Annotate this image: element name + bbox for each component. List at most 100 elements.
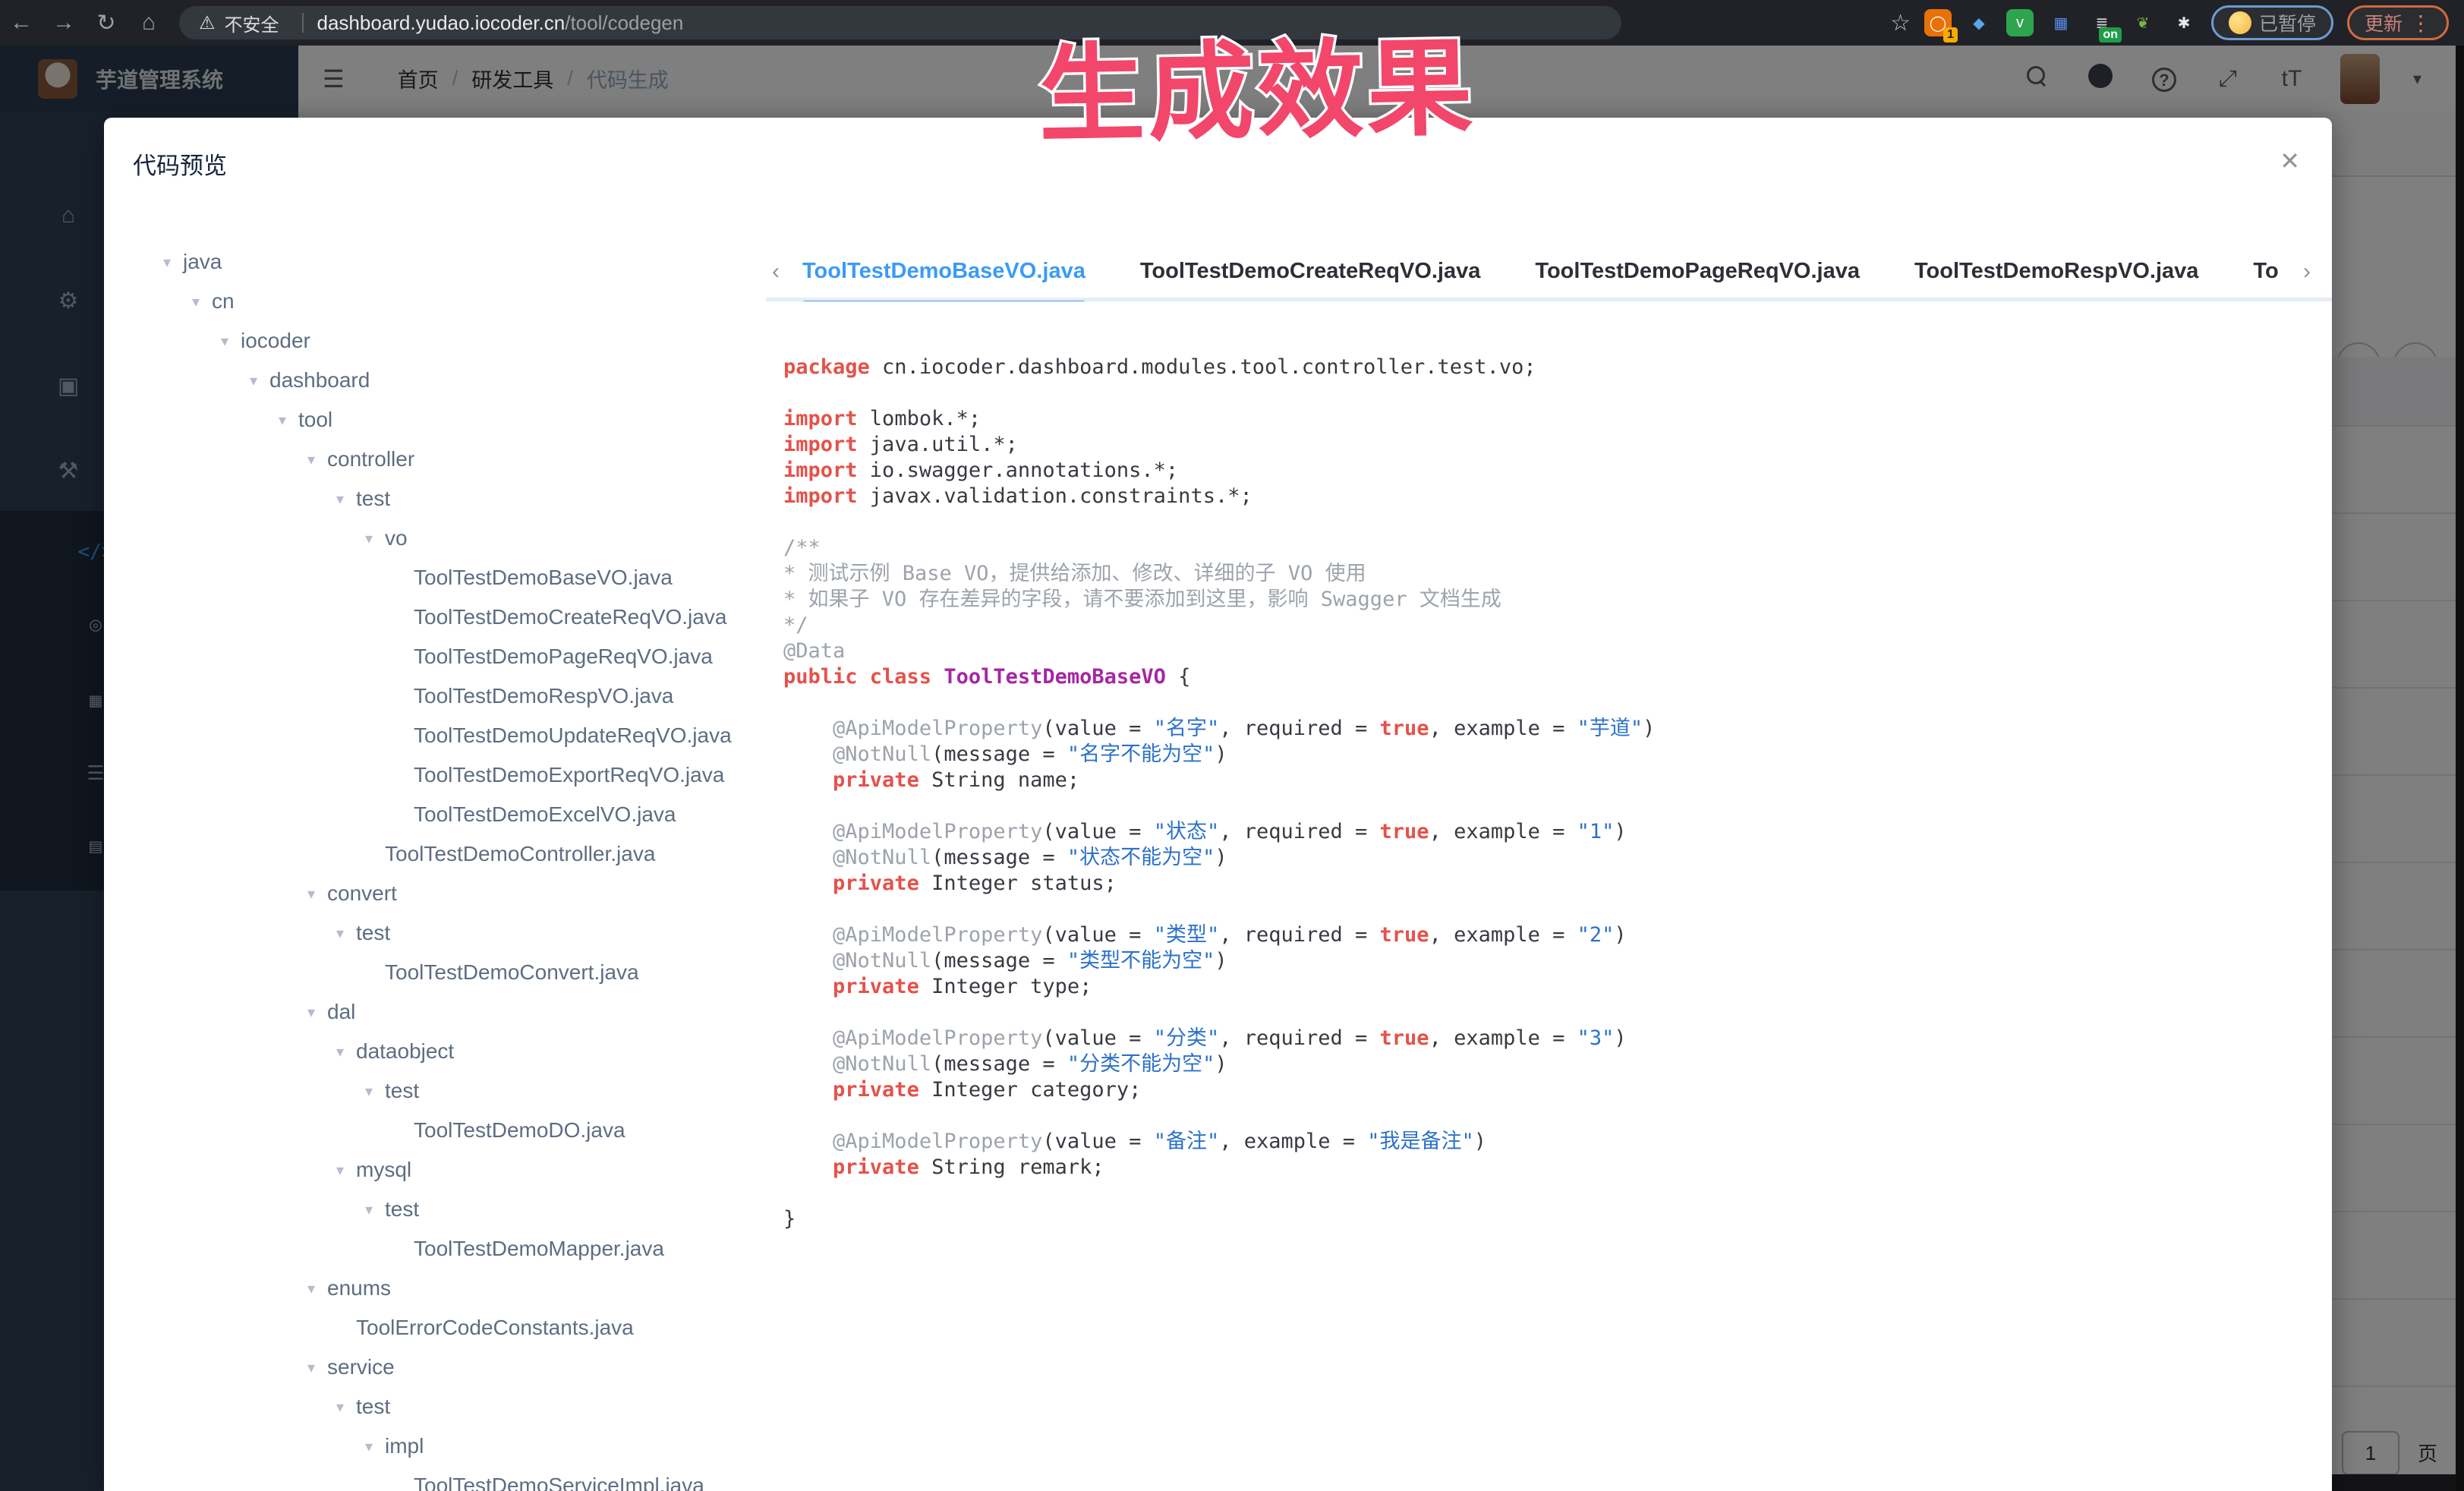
tree-expand-caret-icon[interactable]: ▾ (180, 292, 212, 311)
tree-expand-caret-icon[interactable]: ▾ (295, 1358, 327, 1377)
tampermonkey-paused-button[interactable]: 已暂停 (2211, 5, 2333, 40)
tree-node-label: ToolTestDemoExportReqVO.java (414, 763, 724, 787)
tree-node-tool[interactable]: ▾tool (104, 400, 757, 440)
tree-expand-caret-icon[interactable]: ▾ (353, 1200, 385, 1219)
tab-4[interactable]: ToolTestDemoRespVO.java (1914, 245, 2198, 301)
tab-1[interactable]: ToolTestDemoBaseVO.java (802, 245, 1085, 301)
tree-node-label: java (183, 250, 222, 274)
tree-node-tooltestdemobasevo-java[interactable]: ToolTestDemoBaseVO.java (104, 558, 757, 597)
ext-blue-grid[interactable]: ▦ (2047, 9, 2075, 36)
code-line: package cn.iocoder.dashboard.modules.too… (783, 355, 2317, 380)
tree-expand-caret-icon[interactable]: ▾ (324, 1398, 356, 1417)
browser-home-icon[interactable]: ⌂ (128, 10, 170, 36)
tree-node-test[interactable]: ▾test (104, 913, 757, 953)
tree-node-enums[interactable]: ▾enums (104, 1269, 757, 1308)
tree-node-label: ToolTestDemoRespVO.java (414, 684, 673, 708)
tree-node-test[interactable]: ▾test (104, 1387, 757, 1426)
code-line: import javax.validation.constraints.*; (783, 484, 2317, 509)
code-line: private String remark; (783, 1155, 2317, 1181)
tree-expand-caret-icon[interactable]: ▾ (238, 371, 269, 390)
code-line: import io.swagger.annotations.*; (783, 458, 2317, 484)
tree-node-java[interactable]: ▾java (104, 242, 757, 282)
tree-node-tooltestdemocreatereqvo-java[interactable]: ToolTestDemoCreateReqVO.java (104, 597, 757, 637)
code-line: @NotNull(message = "状态不能为空") (783, 845, 2317, 871)
tree-expand-caret-icon[interactable]: ▾ (324, 1042, 356, 1061)
tree-node-tooltestdemorespvo-java[interactable]: ToolTestDemoRespVO.java (104, 676, 757, 716)
tree-node-test[interactable]: ▾test (104, 479, 757, 519)
tree-expand-caret-icon[interactable]: ▾ (151, 253, 183, 272)
tree-expand-caret-icon[interactable]: ▾ (295, 450, 327, 469)
extension-icons: ◯1 ◆ v ▦ ≣on ❦ ✱ (1924, 9, 2198, 36)
tree-node-label: ToolTestDemoCreateReqVO.java (414, 605, 726, 629)
ext-list-onetab[interactable]: ≣on (2088, 9, 2116, 36)
browser-menu-icon[interactable]: ⋮ (2410, 11, 2431, 36)
tab-3[interactable]: ToolTestDemoPageReqVO.java (1535, 245, 1860, 301)
browser-back-icon[interactable]: ← (0, 10, 43, 36)
tree-expand-caret-icon[interactable]: ▾ (295, 1003, 327, 1022)
tree-node-service[interactable]: ▾service (104, 1348, 757, 1387)
tree-node-label: ToolTestDemoDO.java (414, 1118, 625, 1143)
ext-list-onetab-badge: on (2099, 27, 2122, 43)
tree-node-dashboard[interactable]: ▾dashboard (104, 361, 757, 400)
tree-node-label: ToolTestDemoExcelVO.java (414, 802, 676, 827)
tree-node-tooltestdemoexportreqvo-java[interactable]: ToolTestDemoExportReqVO.java (104, 755, 757, 795)
tree-node-controller[interactable]: ▾controller (104, 440, 757, 479)
tabs-scroll-right-icon[interactable]: › (2303, 259, 2311, 285)
tree-node-vo[interactable]: ▾vo (104, 519, 757, 558)
tree-expand-caret-icon[interactable]: ▾ (324, 490, 356, 509)
tree-node-dal[interactable]: ▾dal (104, 992, 757, 1032)
tree-node-test[interactable]: ▾test (104, 1190, 757, 1229)
tree-node-tooltestdemoserviceimpl-java[interactable]: ToolTestDemoServiceImpl.java (104, 1466, 757, 1491)
tree-expand-caret-icon[interactable]: ▾ (353, 1082, 385, 1101)
tree-node-tooltestdemoupdatereqvo-java[interactable]: ToolTestDemoUpdateReqVO.java (104, 716, 757, 755)
bookmark-star-icon[interactable]: ☆ (1890, 10, 1911, 36)
tree-node-mysql[interactable]: ▾mysql (104, 1150, 757, 1190)
tree-expand-caret-icon[interactable]: ▾ (324, 924, 356, 943)
tree-node-tooltestdemomapper-java[interactable]: ToolTestDemoMapper.java (104, 1229, 757, 1269)
code-line: * 测试示例 Base VO，提供给添加、修改、详细的子 VO 使用 (783, 561, 2317, 587)
browser-forward-icon[interactable]: → (43, 10, 85, 36)
tree-node-label: test (356, 487, 390, 511)
tree-node-tooltestdemoexcelvo-java[interactable]: ToolTestDemoExcelVO.java (104, 795, 757, 834)
tree-expand-caret-icon[interactable]: ▾ (353, 1437, 385, 1456)
tree-node-iocoder[interactable]: ▾iocoder (104, 321, 757, 361)
tree-node-convert[interactable]: ▾convert (104, 874, 757, 913)
tree-expand-caret-icon[interactable]: ▾ (209, 332, 241, 351)
ext-green-leaf[interactable]: ❦ (2129, 9, 2157, 36)
tree-node-tooltestdemoconvert-java[interactable]: ToolTestDemoConvert.java (104, 953, 757, 992)
ext-green-circle[interactable]: v (2006, 9, 2034, 36)
tree-node-tooltestdemodo-java[interactable]: ToolTestDemoDO.java (104, 1111, 757, 1150)
tree-node-label: ToolTestDemoConvert.java (385, 960, 639, 985)
tree-node-label: mysql (356, 1158, 411, 1182)
tree-expand-caret-icon[interactable]: ▾ (266, 411, 298, 430)
tree-expand-caret-icon[interactable]: ▾ (353, 529, 385, 548)
ext-puzzle[interactable]: ✱ (2170, 9, 2198, 36)
close-icon[interactable]: ✕ (2280, 147, 2300, 175)
tree-node-cn[interactable]: ▾cn (104, 282, 757, 321)
tree-node-label: ToolTestDemoBaseVO.java (414, 566, 673, 590)
tree-node-tooltestdemocontroller-java[interactable]: ToolTestDemoController.java (104, 834, 757, 874)
chrome-update-button[interactable]: 更新 ⋮ (2347, 5, 2449, 40)
tree-node-test[interactable]: ▾test (104, 1071, 757, 1111)
tabs-scroll-left-icon[interactable]: ‹ (772, 259, 780, 285)
tree-node-label: service (327, 1355, 395, 1379)
tab-5[interactable]: ToolTe (2253, 245, 2279, 301)
tree-node-dataobject[interactable]: ▾dataobject (104, 1032, 757, 1071)
security-label[interactable]: 不安全 (225, 10, 279, 36)
ext-orange-circle-badge: 1 (1943, 27, 1958, 43)
browser-reload-icon[interactable]: ↻ (85, 10, 128, 36)
ext-orange-circle[interactable]: ◯1 (1924, 9, 1952, 36)
tree-expand-caret-icon[interactable]: ▾ (324, 1161, 356, 1180)
tree-node-label: ToolErrorCodeConstants.java (356, 1316, 634, 1340)
tree-expand-caret-icon[interactable]: ▾ (295, 884, 327, 903)
tree-node-impl[interactable]: ▾impl (104, 1426, 757, 1466)
tab-2[interactable]: ToolTestDemoCreateReqVO.java (1140, 245, 1481, 301)
ext-blue-gem[interactable]: ◆ (1965, 9, 1993, 36)
tree-node-toolerrorcodeconstants-java[interactable]: ToolErrorCodeConstants.java (104, 1308, 757, 1348)
url-path: /tool/codegen (565, 11, 683, 35)
code-line: @NotNull(message = "类型不能为空") (783, 948, 2317, 974)
tree-node-tooltestdemopagereqvo-java[interactable]: ToolTestDemoPageReqVO.java (104, 637, 757, 676)
code-line: @Data (783, 638, 2317, 664)
address-divider (302, 13, 304, 33)
tree-expand-caret-icon[interactable]: ▾ (295, 1279, 327, 1298)
